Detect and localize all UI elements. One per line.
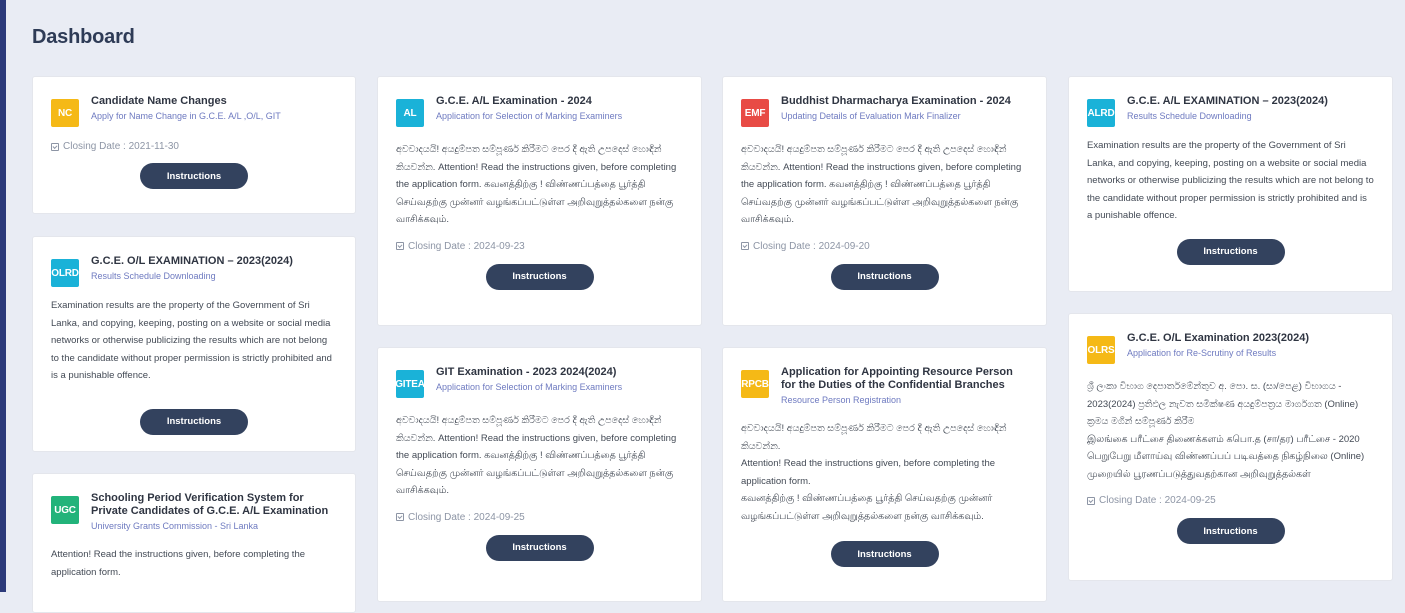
- card-badge: GITEA: [396, 370, 424, 398]
- instructions-button[interactable]: Instructions: [830, 263, 939, 290]
- instructions-button[interactable]: Instructions: [1176, 518, 1285, 544]
- card-schooling-period-verification: UGC Schooling Period Verification System…: [32, 473, 356, 613]
- card-body: අවවාදයයි! අයදුම්පත සම්පූර්ණ කිරීමට පෙර ද…: [741, 144, 1022, 225]
- closing-date: Closing Date : 2024-09-20: [741, 241, 1028, 252]
- card-subtitle: Results Schedule Downloading: [1127, 111, 1252, 121]
- card-subtitle: Application for Re-Scrutiny of Results: [1127, 348, 1277, 358]
- instructions-button[interactable]: Instructions: [485, 534, 594, 561]
- card-badge: AL: [396, 99, 424, 127]
- body-english: Attention! Read the instructions given, …: [741, 458, 996, 487]
- instructions-button[interactable]: Instructions: [140, 408, 248, 435]
- page-title: Dashboard: [32, 26, 135, 48]
- card-subtitle: Updating Details of Evaluation Mark Fina…: [781, 111, 961, 121]
- card-al-results-download: ALRD G.C.E. A/L EXAMINATION – 2023(2024)…: [1068, 76, 1393, 292]
- card-badge: EMF: [741, 99, 769, 127]
- calendar-check-icon: [396, 242, 404, 250]
- card-buddhist-dharmacharya: EMF Buddhist Dharmacharya Examination - …: [722, 76, 1047, 326]
- card-badge: RPCB: [741, 370, 769, 398]
- card-subtitle: University Grants Commission - Sri Lanka: [91, 521, 259, 531]
- card-subtitle: Application for Selection of Marking Exa…: [436, 382, 623, 392]
- closing-date-text: Closing Date : 2024-09-20: [753, 240, 870, 252]
- body-sinhala: අවවාදයයි! අයදුම්පත සම්පූර්ණ කිරීමට පෙර ද…: [741, 423, 1007, 452]
- closing-date-text: Closing Date : 2024-09-23: [408, 240, 525, 252]
- card-git-marking-examiners: GITEA GIT Examination - 2023 2024(2024) …: [377, 347, 702, 602]
- card-title: Application for Appointing Resource Pers…: [781, 366, 1013, 391]
- instructions-button[interactable]: Instructions: [1176, 238, 1285, 265]
- card-title: GIT Examination - 2023 2024(2024): [436, 366, 617, 378]
- closing-date-text: Closing Date : 2024-09-25: [1099, 495, 1216, 506]
- calendar-check-icon: [396, 513, 404, 521]
- instructions-button[interactable]: Instructions: [830, 541, 939, 567]
- card-title: G.C.E. A/L Examination - 2024: [436, 95, 592, 107]
- card-body: Examination results are the property of …: [51, 300, 332, 381]
- card-title: Schooling Period Verification System for…: [91, 492, 329, 517]
- card-candidate-name-changes: NC Candidate Name Changes Apply for Name…: [32, 76, 356, 214]
- card-badge: OLRD: [51, 259, 79, 287]
- card-badge: UGC: [51, 496, 79, 524]
- card-ol-results-download: OLRD G.C.E. O/L EXAMINATION – 2023(2024)…: [32, 236, 356, 452]
- card-title: Buddhist Dharmacharya Examination - 2024: [781, 95, 1011, 107]
- card-body: Examination results are the property of …: [1087, 140, 1374, 221]
- card-resource-person: RPCB Application for Appointing Resource…: [722, 347, 1047, 602]
- closing-date-text: Closing Date : 2024-09-25: [408, 511, 525, 523]
- card-body: අවවාදයයි! අයදුම්පත සම්පූර්ණ කිරීමට පෙර ද…: [741, 420, 1028, 525]
- left-accent-bar: [0, 0, 6, 592]
- card-badge: OLRS: [1087, 336, 1115, 364]
- card-al-2024-marking-examiners: AL G.C.E. A/L Examination - 2024 Applica…: [377, 76, 702, 326]
- card-subtitle: Resource Person Registration: [781, 395, 902, 405]
- closing-date: Closing Date : 2024-09-23: [396, 241, 683, 252]
- closing-date: Closing Date : 2021-11-30: [51, 141, 337, 152]
- closing-date: Closing Date : 2024-09-25: [1087, 495, 1374, 506]
- body-tamil: கவனத்திற்கு ! விண்ணப்பத்தை பூர்த்தி செய்…: [741, 493, 993, 522]
- instructions-button[interactable]: Instructions: [485, 263, 594, 290]
- instructions-button[interactable]: Instructions: [140, 163, 248, 189]
- closing-date: Closing Date : 2024-09-25: [396, 512, 683, 523]
- calendar-check-icon: [741, 242, 749, 250]
- card-body: අවවාදයයි! අයදුම්පත සම්පූර්ණ කිරීමට පෙර ද…: [396, 415, 677, 496]
- card-title: Candidate Name Changes: [91, 95, 227, 107]
- closing-date-text: Closing Date : 2021-11-30: [63, 141, 179, 152]
- card-subtitle: Apply for Name Change in G.C.E. A/L ,O/L…: [91, 111, 281, 121]
- card-body: Attention! Read the instructions given, …: [51, 549, 306, 578]
- card-title: G.C.E. O/L EXAMINATION – 2023(2024): [91, 255, 293, 267]
- card-title: G.C.E. O/L Examination 2023(2024): [1127, 332, 1309, 344]
- calendar-check-icon: [1087, 496, 1095, 505]
- card-badge: NC: [51, 99, 79, 127]
- card-subtitle: Results Schedule Downloading: [91, 271, 216, 281]
- calendar-check-icon: [51, 142, 59, 151]
- card-subtitle: Application for Selection of Marking Exa…: [436, 111, 623, 121]
- card-badge: ALRD: [1087, 99, 1115, 127]
- card-title: G.C.E. A/L EXAMINATION – 2023(2024): [1127, 95, 1328, 107]
- card-body: ශ්‍රී ලංකා විභාග දෙපාර්තමේන්තුව අ. පො. ස…: [1087, 378, 1374, 483]
- body-sinhala: ශ්‍රී ලංකා විභාග දෙපාර්තමේන්තුව අ. පො. ස…: [1087, 381, 1359, 427]
- body-tamil: இலங்கை பரீட்சை திணைக்களம் கபொ.த (சா/தர) …: [1087, 433, 1365, 480]
- card-ol-re-scrutiny: OLRS G.C.E. O/L Examination 2023(2024) A…: [1068, 313, 1393, 581]
- card-body: අවවාදයයි! අයදුම්පත සම්පූර්ණ කිරීමට පෙර ද…: [396, 144, 677, 225]
